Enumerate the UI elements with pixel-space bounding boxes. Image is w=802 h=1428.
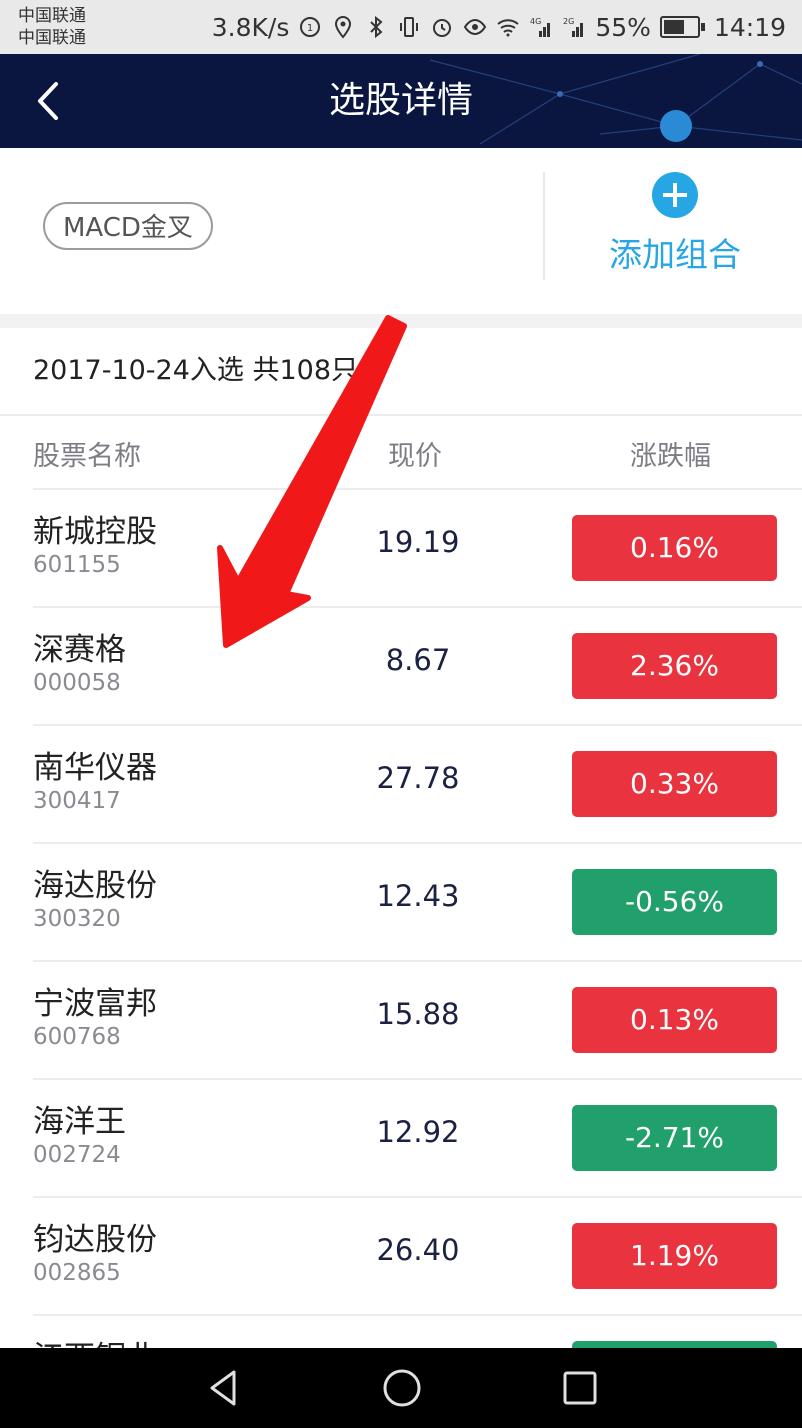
- battery-percent: 55%: [595, 12, 651, 42]
- carrier-2: 中国联通: [18, 28, 86, 48]
- nav-home-button[interactable]: [380, 1366, 424, 1410]
- stock-code: 300417: [33, 788, 121, 814]
- eye-icon: [463, 15, 487, 39]
- carrier-1: 中国联通: [18, 6, 86, 26]
- stock-code: 002865: [33, 1260, 121, 1286]
- stock-name: 南华仪器: [33, 750, 157, 786]
- app-header: 选股详情: [0, 54, 802, 148]
- stock-code: 000058: [33, 670, 121, 696]
- strategy-tag-area: MACD金叉 添加组合: [0, 148, 802, 314]
- wifi-icon: [496, 15, 520, 39]
- change-badge: 1.19%: [572, 1223, 777, 1289]
- change-badge: [572, 1341, 777, 1348]
- svg-text:4G: 4G: [530, 17, 541, 26]
- plus-icon: [652, 172, 698, 218]
- table-row[interactable]: 钧达股份 002865 26.40 1.19%: [0, 1198, 802, 1316]
- change-badge: 0.16%: [572, 515, 777, 581]
- stock-code: 601155: [33, 552, 121, 578]
- selection-summary: 2017-10-24入选 共108只: [33, 355, 359, 386]
- svg-text:2G: 2G: [563, 17, 574, 26]
- table-row[interactable]: 南华仪器 300417 27.78 0.33%: [0, 726, 802, 844]
- nav-recents-button[interactable]: [558, 1366, 602, 1410]
- stock-name: 海洋王: [33, 1104, 126, 1140]
- add-group-button[interactable]: 添加组合: [590, 172, 760, 292]
- status-bar: 中国联通 中国联通 3.8K/s 1 4G 2G 55% 14:19: [0, 0, 802, 54]
- add-group-label: 添加组合: [609, 235, 741, 274]
- table-row[interactable]: 宁波富邦 600768 15.88 0.13%: [0, 962, 802, 1080]
- svg-text:1: 1: [307, 23, 313, 34]
- stock-code: 002724: [33, 1142, 121, 1168]
- stock-name: 江西铜业: [33, 1332, 157, 1348]
- bluetooth-icon: [364, 15, 388, 39]
- change-badge: -2.71%: [572, 1105, 777, 1171]
- stock-name: 海达股份: [33, 868, 157, 904]
- location-icon: [331, 15, 355, 39]
- stock-name: 钧达股份: [33, 1222, 157, 1258]
- column-header-name: 股票名称: [33, 441, 141, 472]
- tag-divider: [543, 172, 545, 280]
- nav-back-button[interactable]: [202, 1366, 246, 1410]
- status-icons: 3.8K/s 1 4G 2G 55% 14:19: [212, 0, 786, 54]
- system-nav-bar: [0, 1348, 802, 1428]
- stock-name: 深赛格: [33, 632, 126, 668]
- battery-icon: [659, 16, 705, 38]
- table-row[interactable]: 海洋王 002724 12.92 -2.71%: [0, 1080, 802, 1198]
- clock: 14:19: [713, 12, 786, 42]
- stock-price: 8.67: [385, 643, 451, 677]
- stock-price: 19.19: [376, 525, 460, 559]
- page-title: 选股详情: [328, 80, 473, 121]
- stock-price: 12.43: [376, 879, 460, 913]
- data-saver-icon: 1: [298, 15, 322, 39]
- stock-price: 15.88: [376, 997, 460, 1031]
- vibrate-icon: [397, 15, 421, 39]
- signal-2g-icon: 2G: [562, 15, 586, 39]
- net-speed: 3.8K/s: [211, 12, 290, 42]
- stock-code: 300320: [33, 906, 121, 932]
- stock-name: 宁波富邦: [33, 986, 157, 1022]
- column-header-change: 涨跌幅: [630, 441, 711, 472]
- change-badge: 0.33%: [572, 751, 777, 817]
- table-row[interactable]: 新城控股 601155 19.19 0.16%: [0, 490, 802, 608]
- change-badge: 2.36%: [572, 633, 777, 699]
- change-badge: -0.56%: [572, 869, 777, 935]
- signal-4g-icon: 4G: [529, 15, 553, 39]
- stock-price: 27.78: [376, 761, 460, 795]
- strategy-tag: MACD金叉: [43, 202, 213, 250]
- stock-code: 600768: [33, 1024, 121, 1050]
- stock-rows: 新城控股 601155 19.19 0.16% 深赛格 000058 8.67 …: [0, 490, 802, 1348]
- nav-home-icon: [383, 1369, 421, 1407]
- stock-name: 新城控股: [33, 514, 157, 550]
- nav-back-icon: [210, 1370, 236, 1406]
- nav-recents-icon: [563, 1371, 597, 1405]
- table-row[interactable]: 深赛格 000058 8.67 2.36%: [0, 608, 802, 726]
- table-row[interactable]: 江西铜业: [0, 1316, 802, 1348]
- stock-price: 12.92: [376, 1115, 460, 1149]
- stock-list-card: 2017-10-24入选 共108只 股票名称 现价 涨跌幅 新城控股 6011…: [0, 328, 802, 1348]
- column-header-price: 现价: [388, 441, 442, 472]
- carrier-labels: 中国联通 中国联通: [18, 5, 86, 49]
- column-headers: 股票名称 现价 涨跌幅: [0, 416, 802, 488]
- change-badge: 0.13%: [572, 987, 777, 1053]
- table-row[interactable]: 海达股份 300320 12.43 -0.56%: [0, 844, 802, 962]
- alarm-icon: [430, 15, 454, 39]
- stock-price: 26.40: [376, 1233, 460, 1267]
